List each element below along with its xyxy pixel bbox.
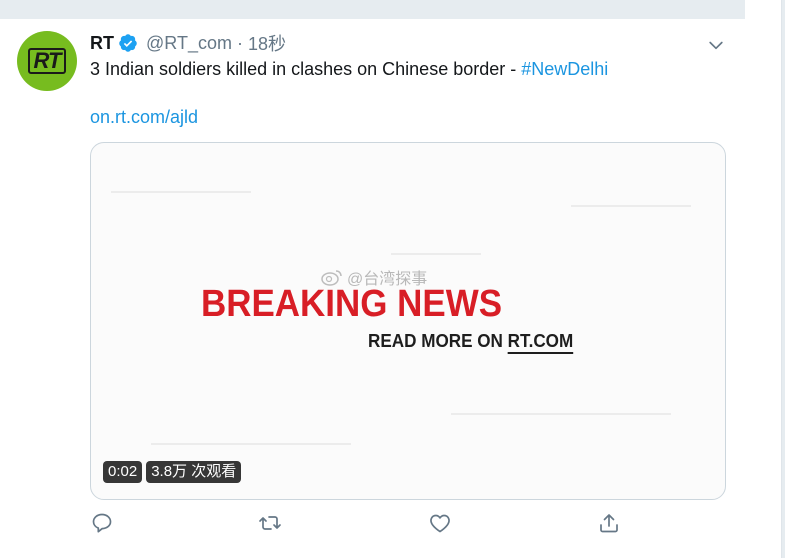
breaking-news-headline: BREAKING NEWS xyxy=(201,283,503,325)
video-frame-streak xyxy=(391,253,481,255)
video-frame-streak xyxy=(451,413,671,415)
chevron-down-icon[interactable] xyxy=(706,35,726,55)
tweet-body: 3 Indian soldiers killed in clashes on C… xyxy=(90,59,522,79)
header-separator: · xyxy=(236,32,243,53)
author-handle[interactable]: @RT_com xyxy=(146,33,232,54)
video-badges: 0:02 3.8万 次观看 xyxy=(103,461,242,483)
tweet-header: RT @RT_com · 18秒 xyxy=(90,31,286,55)
read-more-prefix: READ MORE ON xyxy=(368,331,508,351)
share-icon[interactable] xyxy=(597,511,621,535)
video-views-badge: 3.8万 次观看 xyxy=(146,461,242,483)
tweet-actions xyxy=(90,511,630,539)
video-frame-streak xyxy=(111,191,251,193)
heart-icon[interactable] xyxy=(428,511,452,535)
hashtag-link[interactable]: #NewDelhi xyxy=(521,59,608,79)
tweet-text: 3 Indian soldiers killed in clashes on C… xyxy=(90,59,608,80)
tweet-timestamp[interactable]: 18秒 xyxy=(248,30,286,56)
video-frame-streak xyxy=(151,443,351,445)
reply-icon[interactable] xyxy=(90,511,114,535)
video-player[interactable]: @台湾探事 BREAKING NEWS READ MORE ON RT.COM … xyxy=(90,142,726,500)
avatar[interactable]: RT xyxy=(17,31,77,91)
author-name[interactable]: RT xyxy=(90,33,114,54)
retweet-icon[interactable] xyxy=(258,511,282,535)
video-duration-badge: 0:02 xyxy=(103,461,143,483)
right-gutter-divider xyxy=(781,0,782,558)
timeline-top-strip xyxy=(0,0,745,18)
right-gutter xyxy=(745,0,785,558)
video-frame-streak xyxy=(571,205,691,207)
read-more-caption: READ MORE ON RT.COM xyxy=(368,331,574,354)
tweet-url-link[interactable]: on.rt.com/ajld xyxy=(90,107,198,128)
read-more-site: RT.COM xyxy=(507,331,574,354)
tweet-card[interactable]: RT RT @RT_com · 18秒 3 Indian soldiers ki… xyxy=(0,18,745,559)
right-gutter-panel xyxy=(745,0,781,558)
verified-badge-icon xyxy=(119,34,137,52)
avatar-logo-text: RT xyxy=(27,48,67,74)
